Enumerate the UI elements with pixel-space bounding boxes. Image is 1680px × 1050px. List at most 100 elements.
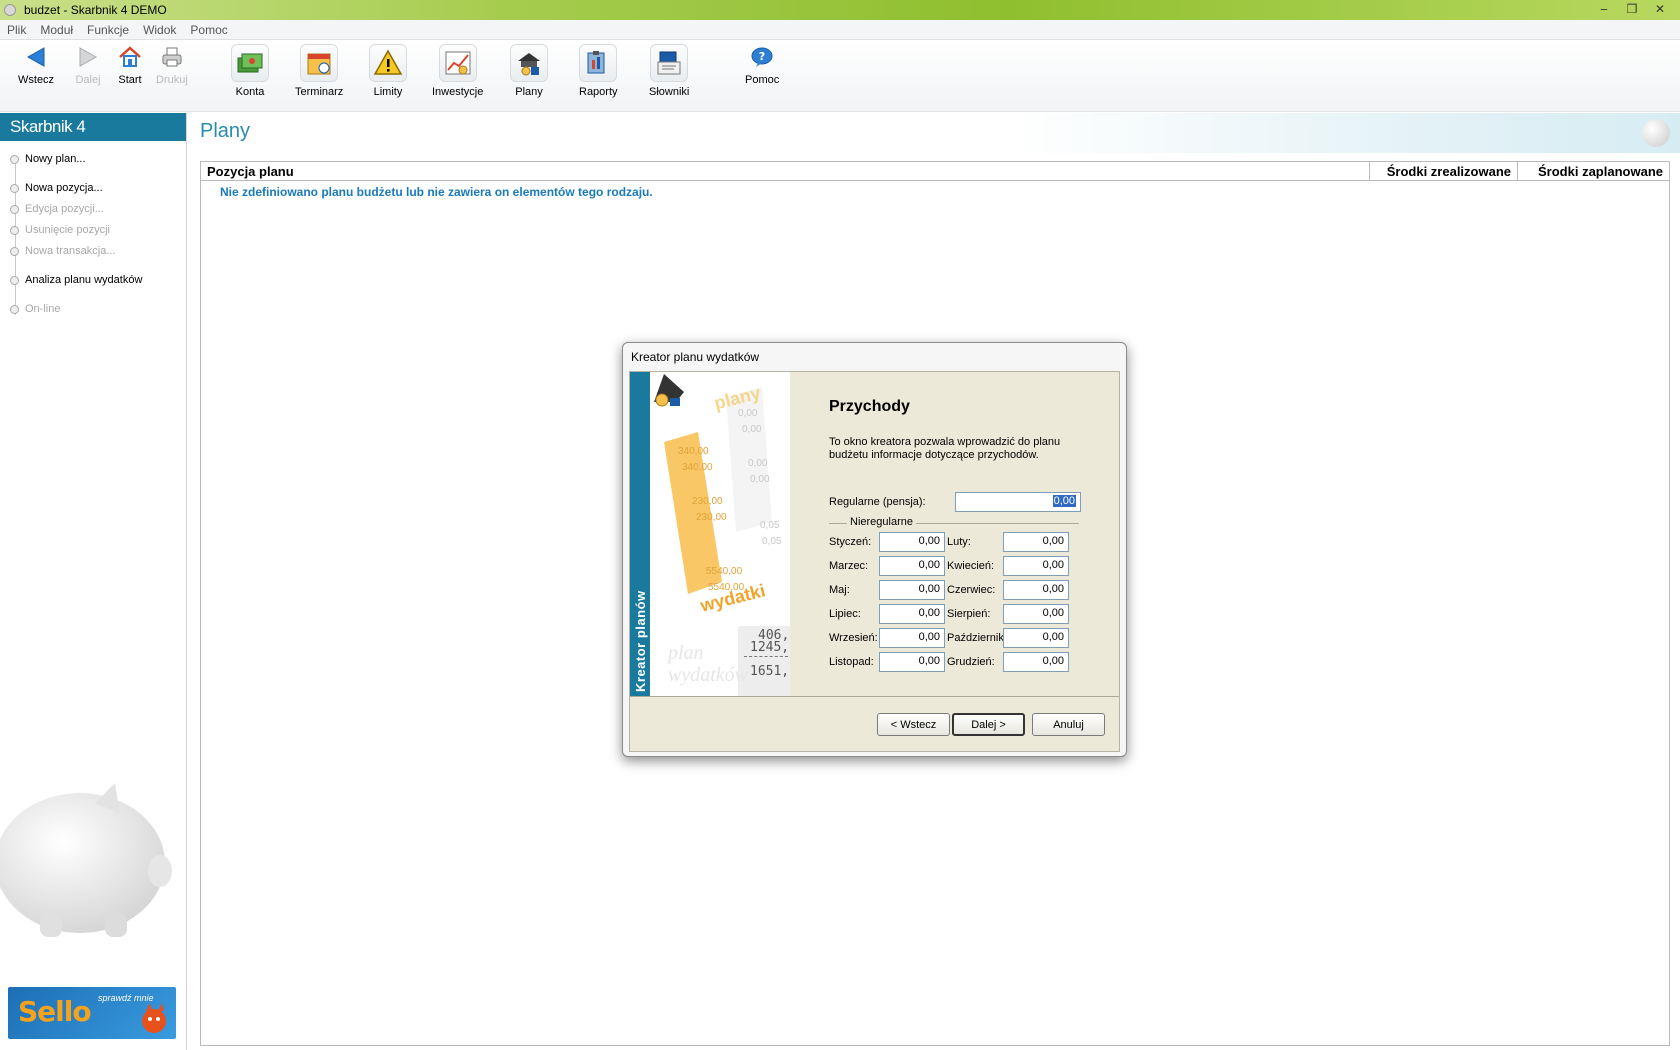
illustration-number: 0,00 — [738, 408, 758, 419]
sidebar-item-edycja-pozycji[interactable]: Edycja pozycji... — [10, 203, 104, 215]
wizard-description: To okno kreatora pozwala wprowadzić do p… — [829, 436, 1061, 461]
illustration-sum: 1651,50 — [750, 664, 790, 679]
sidebar-item-nowa-pozycja[interactable]: Nowa pozycja... — [10, 182, 103, 194]
bullet-icon — [10, 204, 19, 214]
wizard-back-button[interactable]: < Wstecz — [877, 713, 950, 736]
menu-funkcje[interactable]: Funkcje — [80, 23, 136, 37]
menu-bar: Plik Moduł Funkcje Widok Pomoc — [0, 20, 1680, 40]
print-button[interactable]: Drukuj — [156, 44, 188, 86]
illustration-sum: 1245,00 — [750, 640, 790, 655]
illustration-number: 0,00 — [750, 474, 770, 485]
menu-widok[interactable]: Widok — [136, 23, 183, 37]
menu-plik[interactable]: Plik — [0, 23, 33, 37]
month-input-sierpien[interactable]: 0,00 — [1003, 604, 1069, 624]
terminarz-button[interactable]: Terminarz — [295, 44, 343, 98]
illustration-sum-rule — [744, 656, 788, 657]
start-label: Start — [118, 74, 142, 86]
inwestycje-button[interactable]: Inwestycje — [432, 44, 483, 98]
month-input-lipiec[interactable]: 0,00 — [879, 604, 945, 624]
wizard-side-strip: Kreator planów — [630, 372, 650, 696]
wizard-next-button[interactable]: Dalej > — [952, 713, 1025, 736]
menu-modul[interactable]: Moduł — [33, 23, 80, 37]
regular-income-value: 0,00 — [1052, 495, 1076, 507]
regular-income-input[interactable]: 0,00 — [955, 492, 1081, 512]
sidebar-item-usuniecie-pozycji[interactable]: Usunięcie pozycji — [10, 224, 110, 236]
dictionary-icon — [650, 44, 689, 82]
sidebar-item-analiza-planu[interactable]: Analiza planu wydatków — [10, 274, 142, 286]
forward-button[interactable]: Dalej — [75, 44, 101, 86]
month-label-pazdziernik: Październik: — [947, 632, 1007, 644]
title-bar: budzet - Skarbnik 4 DEMO ‒ ❐ ✕ — [0, 0, 1680, 20]
toolbar: Wstecz Dalej Start Drukuj Konta Terminar… — [0, 40, 1680, 112]
sidebar: Skarbnik 4 Nowy plan... Nowa pozycja... … — [0, 113, 187, 1050]
wizard-heading: Przychody — [829, 398, 910, 415]
month-input-styczen[interactable]: 0,00 — [879, 532, 945, 552]
print-label: Drukuj — [156, 74, 188, 86]
menu-pomoc[interactable]: Pomoc — [183, 23, 234, 37]
sidebar-item-on-line[interactable]: On-line — [10, 303, 60, 315]
slowniki-label: Słowniki — [649, 86, 690, 98]
sidebar-item-label: Nowa pozycja... — [25, 182, 103, 194]
month-input-pazdziernik[interactable]: 0,00 — [1003, 628, 1069, 648]
wizard-cancel-button[interactable]: Anuluj — [1032, 713, 1105, 736]
reports-icon — [579, 44, 618, 82]
back-label: Wstecz — [18, 74, 55, 86]
table-header: Pozycja planu Środki zrealizowane Środki… — [201, 162, 1669, 181]
month-input-kwiecien[interactable]: 0,00 — [1003, 556, 1069, 576]
plans-icon — [510, 44, 548, 82]
dialog-body: Kreator planów plany 0,00 0,00 0,00 0,00… — [629, 371, 1120, 752]
sidebar-item-label: Nowy plan... — [25, 153, 86, 165]
sidebar-item-label: Nowa transakcja... — [25, 245, 116, 257]
month-input-marzec[interactable]: 0,00 — [879, 556, 945, 576]
sello-logo: Sello — [18, 995, 92, 1028]
dialog-divider — [630, 696, 1119, 697]
sidebar-item-label: Edycja pozycji... — [25, 203, 104, 215]
konta-button[interactable]: Konta — [231, 44, 269, 98]
back-button[interactable]: Wstecz — [18, 44, 54, 86]
month-input-grudzien[interactable]: 0,00 — [1003, 652, 1069, 672]
limity-label: Limity — [373, 86, 403, 98]
month-label-styczen: Styczeń: — [829, 536, 872, 548]
printer-icon — [159, 44, 185, 70]
sidebar-item-nowy-plan[interactable]: Nowy plan... — [10, 153, 86, 165]
illustration-number: 230,00 — [692, 496, 723, 507]
month-label-czerwiec: Czerwiec: — [947, 584, 996, 596]
close-button[interactable]: ✕ — [1648, 1, 1672, 17]
arrow-right-icon — [75, 44, 101, 70]
pomoc-button[interactable]: ? Pomoc — [745, 44, 779, 86]
raporty-label: Raporty — [579, 86, 618, 98]
home-icon — [117, 44, 143, 70]
sidebar-item-nowa-transakcja[interactable]: Nowa transakcja... — [10, 245, 115, 257]
sello-banner[interactable]: Sello sprawdź mnie — [8, 987, 176, 1039]
month-input-luty[interactable]: 0,00 — [1003, 532, 1069, 552]
month-input-wrzesien[interactable]: 0,00 — [879, 628, 945, 648]
forward-label: Dalej — [75, 74, 101, 86]
illustration-number: 0,00 — [748, 458, 768, 469]
column-header-zrealizowane[interactable]: Środki zrealizowane — [1370, 162, 1518, 180]
investment-chart-icon — [438, 44, 477, 82]
dragon-mascot-icon — [142, 1003, 166, 1033]
column-header-zaplanowane[interactable]: Środki zaplanowane — [1518, 162, 1669, 180]
start-button[interactable]: Start — [117, 44, 143, 86]
window-controls: ‒ ❐ ✕ — [1592, 1, 1672, 17]
illustration-number: 230,00 — [696, 512, 727, 523]
empty-state-message: Nie zdefiniowano planu budżetu lub nie z… — [220, 185, 653, 199]
column-header-pozycja[interactable]: Pozycja planu — [201, 162, 1370, 180]
month-input-listopad[interactable]: 0,00 — [879, 652, 945, 672]
month-input-czerwiec[interactable]: 0,00 — [1003, 580, 1069, 600]
illustration-number: 340,00 — [678, 446, 709, 457]
limity-button[interactable]: Limity — [369, 44, 407, 98]
plany-button[interactable]: Plany — [510, 44, 548, 98]
month-label-wrzesien: Wrzesień: — [829, 632, 878, 644]
sidebar-item-label: Analiza planu wydatków — [25, 274, 143, 286]
page-title: Plany — [200, 120, 251, 142]
restore-button[interactable]: ❐ — [1620, 1, 1644, 17]
raporty-button[interactable]: Raporty — [579, 44, 618, 98]
arrow-left-icon — [23, 44, 49, 70]
month-label-luty: Luty: — [947, 536, 971, 548]
bullet-icon — [10, 183, 19, 193]
illustration-number: 0,05 — [762, 536, 782, 547]
month-input-maj[interactable]: 0,00 — [879, 580, 945, 600]
minimize-button[interactable]: ‒ — [1592, 1, 1616, 17]
slowniki-button[interactable]: Słowniki — [649, 44, 689, 98]
